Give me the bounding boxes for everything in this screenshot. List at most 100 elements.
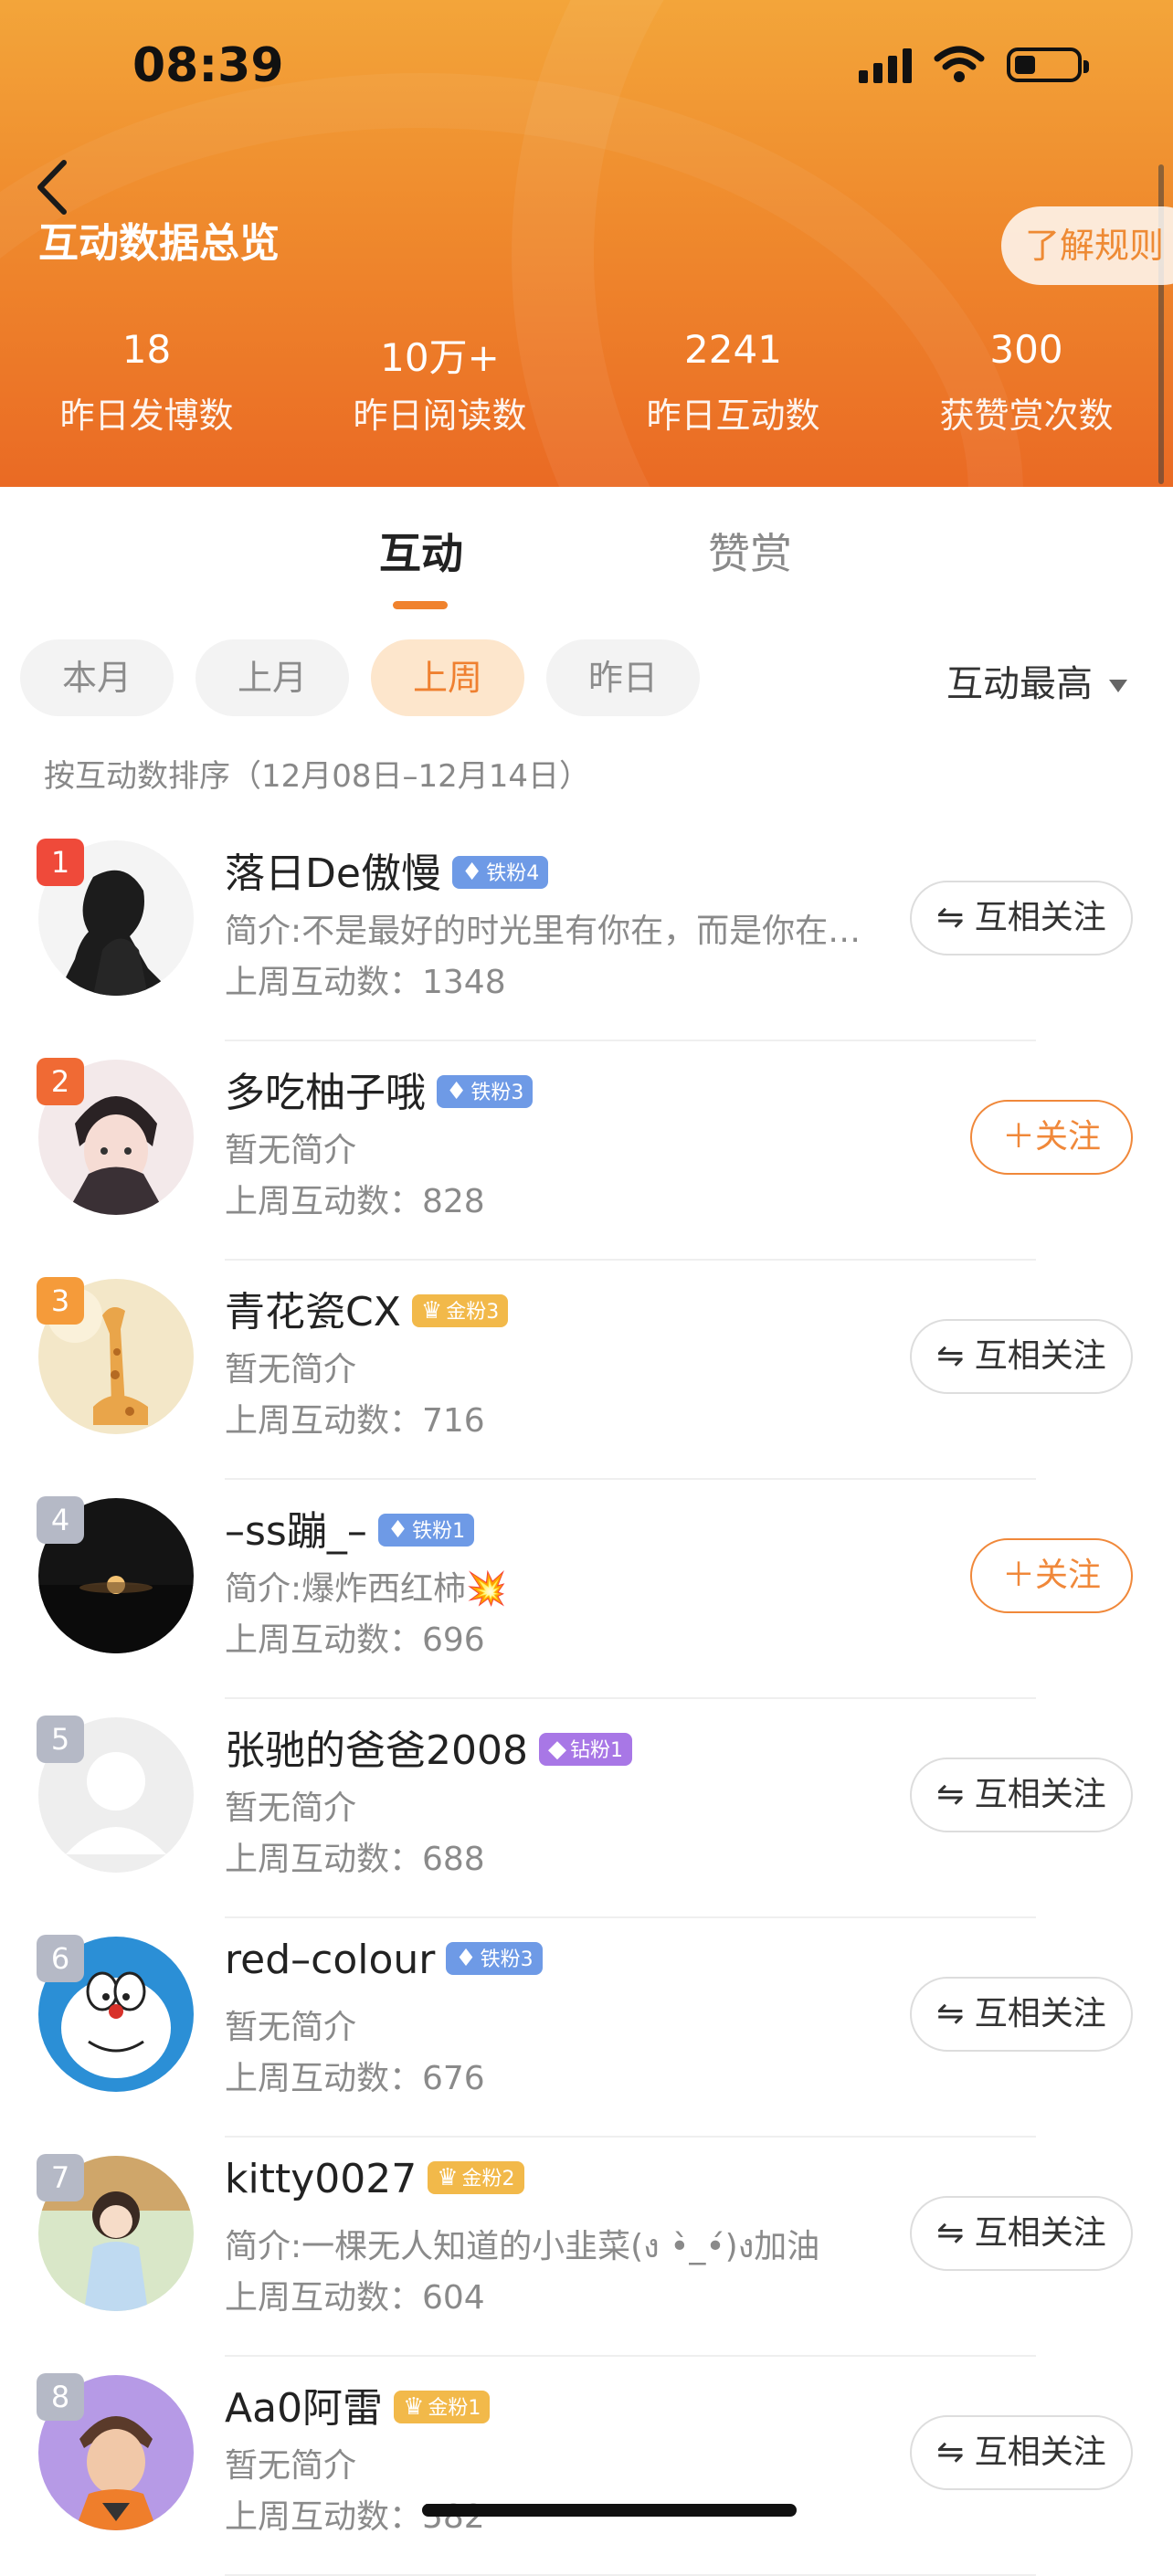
rank-badge: 4 [37, 1496, 84, 1544]
user-bio: 暂无简介 [225, 1789, 357, 1827]
interaction-count: 上周互动数：688 [225, 1841, 485, 1878]
filter-last-week[interactable]: 上周 [371, 639, 524, 716]
battery-icon [1007, 48, 1089, 82]
mutual-follow-button[interactable]: ⇋ 互相关注 [910, 2196, 1133, 2271]
user-row[interactable]: 7 kitty0027 ♛ 金粉2 简介:一棵无人知道的小韭菜(ง •̀_•́)ง加油上… [0, 2138, 1173, 2357]
user-name[interactable]: 落日De傲慢 ♦ 铁粉4 [225, 840, 549, 899]
tab-interaction[interactable]: 互动 [379, 521, 463, 581]
fan-level-badge: ♛ 金粉2 [428, 2161, 524, 2194]
follow-button[interactable]: ＋关注 [970, 1100, 1133, 1175]
user-bio: 简介:爆炸西红柿💥 [225, 1570, 507, 1608]
rank-badge: 7 [37, 2154, 84, 2201]
user-bio: 简介:不是最好的时光里有你在，而是你在… [225, 913, 861, 950]
fan-level-label: 金粉3 [446, 1301, 500, 1324]
status-time: 08:39 [132, 38, 284, 93]
user-row[interactable]: 4 –ss蹦_– ♦ 铁粉1 简介:爆炸西红柿💥 上周互动数：696 ＋关注 [0, 1480, 1173, 1699]
stat-value: 300 [989, 327, 1063, 372]
interaction-count: 上周互动数：676 [225, 2060, 485, 2097]
user-name[interactable]: red–colour ♦ 铁粉3 [225, 1937, 543, 1983]
fan-badge-icon: ♦ [460, 859, 483, 886]
interaction-count: 上周互动数：716 [225, 1402, 485, 1440]
sort-description: 按互动数排序（12月08日–12月14日） [44, 758, 591, 795]
rules-button[interactable]: 了解规则 [1001, 206, 1173, 285]
user-name[interactable]: 张驰的爸爸2008 ◆ 钻粉1 [225, 1717, 632, 1776]
user-name[interactable]: kitty0027 ♛ 金粉2 [225, 2156, 524, 2202]
user-name-text: 青花瓷CX [225, 1289, 401, 1336]
interaction-count: 上周互动数：1348 [225, 964, 506, 1001]
user-name-text: red–colour [225, 1937, 436, 1983]
user-row[interactable]: 8 Aa0阿雷 ♛ 金粉1 暂无简介 上周互动数：582 ⇋ 互相关注 [0, 2357, 1173, 2576]
stat-label: 昨日阅读数 [353, 396, 527, 436]
fan-badge-icon: ♦ [455, 1945, 477, 1972]
user-list: 1 落日De傲慢 ♦ 铁粉4 简介:不是最好的时光里有你在，而是你在… 上周互动数：134… [0, 822, 1173, 2576]
stat-interactions: 2241 昨日互动数 [586, 327, 880, 438]
tab-indicator [393, 601, 448, 609]
user-bio: 暂无简介 [225, 2009, 357, 2046]
user-name[interactable]: 多吃柚子哦 ♦ 铁粉3 [225, 1060, 534, 1118]
interaction-count: 上周互动数：604 [225, 2279, 485, 2317]
user-name[interactable]: 青花瓷CX ♛ 金粉3 [225, 1279, 509, 1337]
fan-badge-icon: ♛ [420, 1297, 443, 1325]
user-bio: 暂无简介 [225, 2447, 357, 2485]
user-row[interactable]: 1 落日De傲慢 ♦ 铁粉4 简介:不是最好的时光里有你在，而是你在… 上周互动数：134… [0, 822, 1173, 1041]
stat-label: 昨日发博数 [59, 396, 234, 436]
mutual-follow-button[interactable]: ⇋ 互相关注 [910, 2415, 1133, 2490]
stat-posts: 18 昨日发博数 [0, 327, 293, 438]
sort-dropdown[interactable]: 互动最高 [946, 654, 1127, 707]
stat-rewards: 300 获赞赏次数 [880, 327, 1173, 438]
user-name-text: 落日De傲慢 [225, 850, 441, 897]
user-name-text: Aa0阿雷 [225, 2385, 384, 2432]
fan-badge-icon: ♛ [437, 2164, 459, 2191]
period-filters: 本月 上月 上周 昨日 [20, 639, 700, 716]
rank-badge: 5 [37, 1716, 84, 1763]
sort-label: 互动最高 [946, 663, 1093, 705]
interaction-count: 上周互动数：696 [225, 1621, 485, 1659]
rank-badge: 6 [37, 1935, 84, 1982]
tab-reward[interactable]: 赞赏 [708, 521, 792, 581]
caret-down-icon [1109, 680, 1127, 692]
stat-label: 昨日互动数 [646, 396, 820, 436]
mutual-follow-button[interactable]: ⇋ 互相关注 [910, 1319, 1133, 1394]
filter-yesterday[interactable]: 昨日 [546, 639, 700, 716]
wifi-icon [934, 46, 985, 82]
user-row[interactable]: 3 青花瓷CX ♛ 金粉3 暂无简介 上周互动数：716 ⇋ 互相关注 [0, 1261, 1173, 1480]
rank-badge: 2 [37, 1058, 84, 1105]
user-name-text: kitty0027 [225, 2156, 417, 2202]
fan-level-label: 金粉1 [428, 2397, 481, 2420]
fan-badge-icon: ◆ [547, 1736, 566, 1763]
mutual-follow-button[interactable]: ⇋ 互相关注 [910, 1977, 1133, 2052]
user-row[interactable]: 2 多吃柚子哦 ♦ 铁粉3 暂无简介 上周互动数：828 ＋关注 [0, 1041, 1173, 1261]
stats-row: 18 昨日发博数 10万+ 昨日阅读数 2241 昨日互动数 300 获赞赏次数 [0, 327, 1173, 438]
home-indicator [422, 2504, 797, 2517]
fan-level-label: 钻粉1 [569, 1739, 623, 1762]
fan-badge-icon: ♦ [386, 1516, 409, 1544]
page-title: 互动数据总览 [38, 220, 280, 267]
fan-badge-icon: ♛ [403, 2393, 425, 2421]
user-row[interactable]: 6 red–colour ♦ 铁粉3 暂无简介上周互动数：676 ⇋ 互相关注 [0, 1918, 1173, 2138]
stat-label: 获赞赏次数 [939, 396, 1114, 436]
fan-level-label: 铁粉3 [480, 1948, 534, 1971]
rank-badge: 8 [37, 2373, 84, 2421]
fan-level-label: 金粉2 [461, 2168, 515, 2191]
mutual-follow-button[interactable]: ⇋ 互相关注 [910, 881, 1133, 955]
follow-button[interactable]: ＋关注 [970, 1538, 1133, 1613]
fan-level-badge: ♦ 铁粉1 [377, 1514, 475, 1547]
fan-level-label: 铁粉1 [412, 1520, 466, 1543]
mutual-follow-button[interactable]: ⇋ 互相关注 [910, 1758, 1133, 1832]
stat-value: 10万+ [380, 335, 500, 380]
rank-badge: 1 [37, 839, 84, 886]
fan-level-badge: ♛ 金粉1 [394, 2391, 491, 2423]
rank-badge: 3 [37, 1277, 84, 1325]
fan-level-badge: ♦ 铁粉3 [446, 1942, 543, 1975]
user-name[interactable]: –ss蹦_– ♦ 铁粉1 [225, 1498, 475, 1557]
cellular-signal-icon [859, 47, 912, 83]
fan-badge-icon: ♦ [446, 1078, 468, 1105]
user-name-text: –ss蹦_– [225, 1508, 367, 1555]
user-name[interactable]: Aa0阿雷 ♛ 金粉1 [225, 2375, 491, 2433]
user-row[interactable]: 5 张驰的爸爸2008 ◆ 钻粉1 暂无简介上周互动数：688 ⇋ 互相关注 [0, 1699, 1173, 1918]
filter-last-month[interactable]: 上月 [196, 639, 349, 716]
interaction-count: 上周互动数：828 [225, 1183, 485, 1220]
fan-level-badge: ♦ 铁粉3 [437, 1075, 534, 1108]
filter-this-month[interactable]: 本月 [20, 639, 174, 716]
fan-level-badge: ◆ 钻粉1 [538, 1733, 632, 1766]
